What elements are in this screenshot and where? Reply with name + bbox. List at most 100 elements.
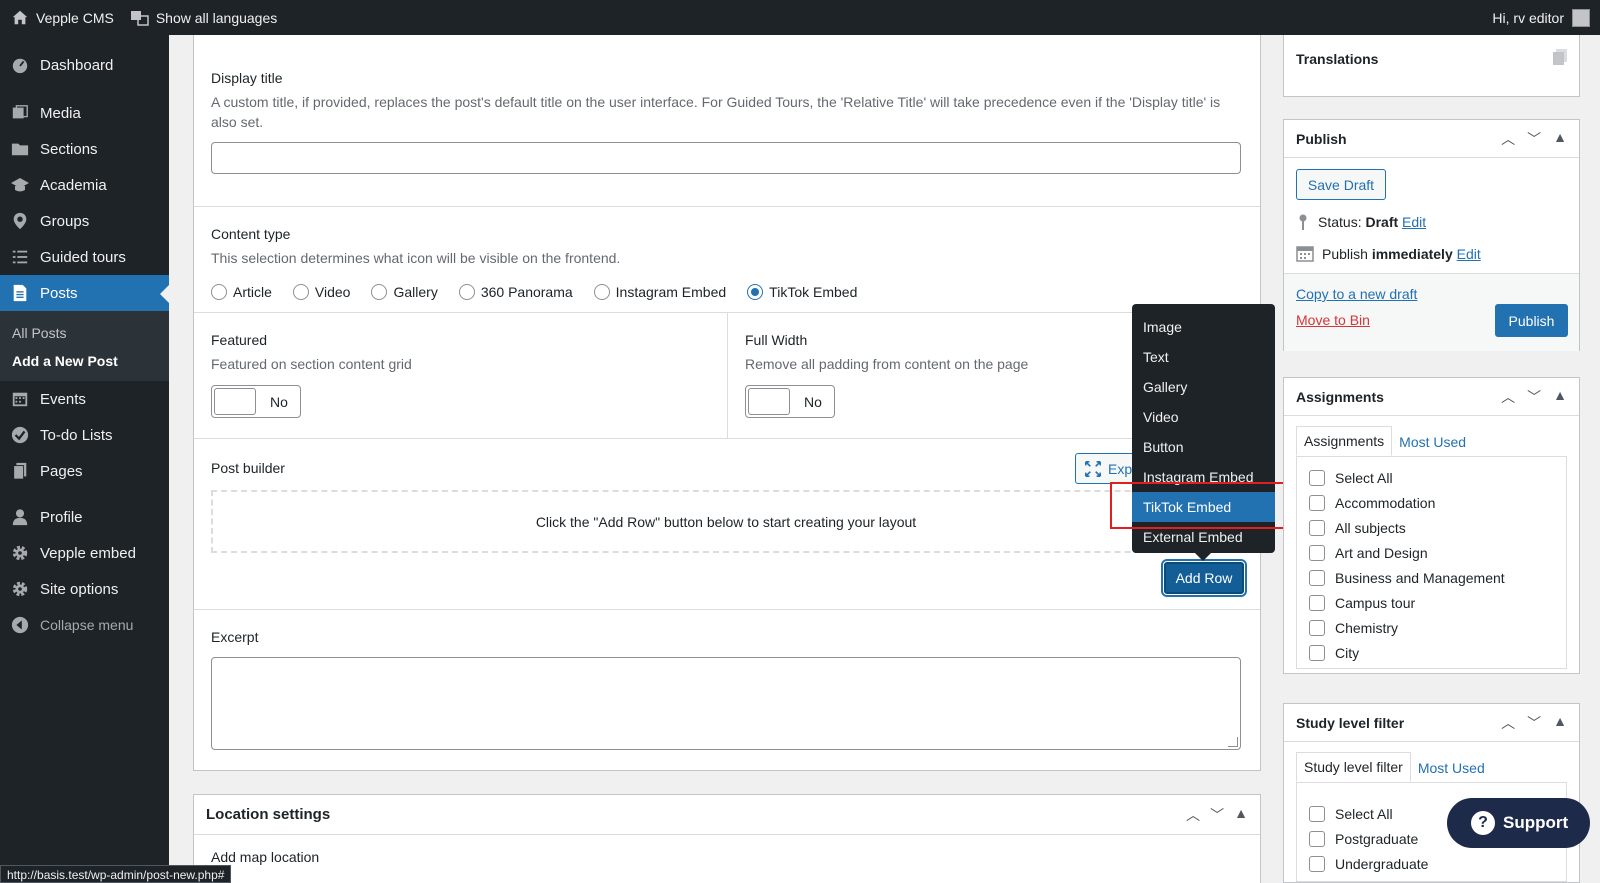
checkbox[interactable]: [1309, 830, 1325, 847]
tab-study-level-filter[interactable]: Study level filter: [1296, 752, 1411, 782]
move-down-icon[interactable]: ﹀: [1527, 129, 1541, 149]
radio-360-panorama[interactable]: 360 Panorama: [458, 284, 573, 300]
sidebar-item-site-options[interactable]: Site options: [0, 571, 169, 607]
move-up-icon[interactable]: ︿: [1501, 129, 1515, 149]
checkbox[interactable]: [1309, 594, 1325, 611]
move-up-icon[interactable]: ︿: [1501, 713, 1515, 733]
sidebar-item-media[interactable]: Media: [0, 95, 169, 131]
checkbox[interactable]: [1309, 805, 1325, 822]
sidebar-item-dashboard[interactable]: Dashboard: [0, 47, 169, 83]
sidebar-item-vepple-embed[interactable]: Vepple embed: [0, 535, 169, 571]
checkbox[interactable]: [1309, 619, 1325, 636]
toggle-panel-icon[interactable]: ▲: [1234, 805, 1248, 825]
sidebar-item-events[interactable]: Events: [0, 381, 169, 417]
sidebar-item-guided-tours[interactable]: Guided tours: [0, 239, 169, 275]
move-down-icon[interactable]: ﹀: [1527, 713, 1541, 733]
move-down-icon[interactable]: ﹀: [1210, 805, 1224, 825]
move-up-icon[interactable]: ︿: [1186, 805, 1200, 825]
radio-button-checked[interactable]: [747, 284, 764, 300]
sidebar-label: Site options: [40, 580, 119, 598]
admin-sidebar: Dashboard Media Sections Academia Groups…: [0, 35, 169, 883]
dropdown-item-text[interactable]: Text: [1132, 342, 1275, 372]
excerpt-textarea[interactable]: [211, 657, 1241, 750]
checkbox[interactable]: [1309, 569, 1325, 586]
checklist-item[interactable]: Undergraduate: [1309, 851, 1554, 876]
dropdown-caret: [1195, 553, 1211, 561]
languages-switcher[interactable]: Show all languages: [122, 0, 285, 35]
featured-label: Featured: [211, 332, 268, 348]
publish-button[interactable]: Publish: [1495, 304, 1568, 337]
radio-button[interactable]: [371, 284, 388, 300]
resize-handle[interactable]: [1228, 737, 1238, 747]
copy-draft-link[interactable]: Copy to a new draft: [1296, 286, 1417, 302]
account-menu[interactable]: Hi, rv editor: [1492, 8, 1600, 27]
tab-most-used[interactable]: Most Used: [1411, 754, 1492, 782]
calendar-icon: [1296, 246, 1314, 262]
toggle-panel-icon[interactable]: ▲: [1553, 713, 1567, 733]
tab-assignments[interactable]: Assignments: [1296, 426, 1393, 456]
add-row-button[interactable]: Add Row: [1164, 562, 1244, 594]
toggles-section: Featured Featured on section content gri…: [194, 313, 1260, 439]
display-title-input[interactable]: [211, 142, 1241, 174]
dropdown-item-image[interactable]: Image: [1132, 312, 1275, 342]
radio-gallery[interactable]: Gallery: [371, 284, 438, 300]
sidebar-item-groups[interactable]: Groups: [0, 203, 169, 239]
full-width-toggle[interactable]: No: [745, 385, 835, 418]
save-draft-button[interactable]: Save Draft: [1296, 169, 1386, 200]
sidebar-item-posts[interactable]: Posts: [0, 275, 169, 311]
checkbox[interactable]: [1309, 494, 1325, 511]
radio-article[interactable]: Article: [211, 284, 272, 300]
radio-video[interactable]: Video: [292, 284, 350, 300]
sidebar-item-todo[interactable]: To-do Lists: [0, 417, 169, 453]
radio-button[interactable]: [458, 284, 475, 300]
dropdown-item-gallery[interactable]: Gallery: [1132, 372, 1275, 402]
content-type-desc: This selection determines what icon will…: [211, 250, 621, 266]
radio-instagram-embed[interactable]: Instagram Embed: [593, 284, 726, 300]
checkbox[interactable]: [1309, 544, 1325, 561]
move-down-icon[interactable]: ﹀: [1527, 387, 1541, 407]
radio-button[interactable]: [593, 284, 610, 300]
checkbox[interactable]: [1309, 469, 1325, 486]
sidebar-item-academia[interactable]: Academia: [0, 167, 169, 203]
submenu-add-new-post[interactable]: Add a New Post: [0, 347, 169, 375]
radio-tiktok-embed[interactable]: TikTok Embed: [747, 284, 857, 300]
radio-button[interactable]: [211, 284, 227, 300]
toggle-panel-icon[interactable]: ▲: [1553, 129, 1567, 149]
checkbox[interactable]: [1309, 644, 1325, 661]
posts-submenu: All Posts Add a New Post: [0, 311, 169, 381]
checklist-item[interactable]: City: [1309, 640, 1554, 665]
dropdown-item-video[interactable]: Video: [1132, 402, 1275, 432]
support-button[interactable]: ? Support: [1447, 798, 1590, 848]
checkbox-label: Select All: [1335, 805, 1393, 822]
checklist-item[interactable]: Select All: [1309, 465, 1554, 490]
radio-button[interactable]: [292, 284, 309, 300]
sidebar-item-pages[interactable]: Pages: [0, 453, 169, 489]
checklist-item[interactable]: Business and Management: [1309, 565, 1554, 590]
toggle-knob: [748, 388, 790, 415]
tab-most-used[interactable]: Most Used: [1392, 428, 1473, 456]
checkbox-label: Accommodation: [1335, 494, 1436, 511]
sidebar-item-sections[interactable]: Sections: [0, 131, 169, 167]
status-edit-link[interactable]: Edit: [1402, 214, 1426, 230]
location-pin-icon: [10, 211, 30, 231]
move-up-icon[interactable]: ︿: [1501, 387, 1515, 407]
publish-edit-link[interactable]: Edit: [1457, 246, 1481, 262]
move-to-bin-link[interactable]: Move to Bin: [1296, 312, 1370, 328]
toggle-panel-icon[interactable]: ▲: [1553, 387, 1567, 407]
checklist-item[interactable]: Accommodation: [1309, 490, 1554, 515]
featured-toggle[interactable]: No: [211, 385, 301, 418]
admin-bar: Vepple CMS Show all languages Hi, rv edi…: [0, 0, 1600, 35]
checklist-item[interactable]: Campus tour: [1309, 590, 1554, 615]
checklist-item[interactable]: Art and Design: [1309, 540, 1554, 565]
submenu-all-posts[interactable]: All Posts: [0, 319, 169, 347]
checkbox[interactable]: [1309, 519, 1325, 536]
dropdown-item-button[interactable]: Button: [1132, 432, 1275, 462]
collapse-menu-button[interactable]: Collapse menu: [0, 607, 169, 643]
checklist-item[interactable]: Chemistry: [1309, 615, 1554, 640]
checklist-item[interactable]: All subjects: [1309, 515, 1554, 540]
sidebar-item-profile[interactable]: Profile: [0, 499, 169, 535]
content-type-label: Content type: [211, 226, 291, 242]
checkbox[interactable]: [1309, 855, 1325, 872]
copy-icon[interactable]: [1553, 49, 1567, 68]
site-home-link[interactable]: Vepple CMS: [0, 0, 122, 35]
